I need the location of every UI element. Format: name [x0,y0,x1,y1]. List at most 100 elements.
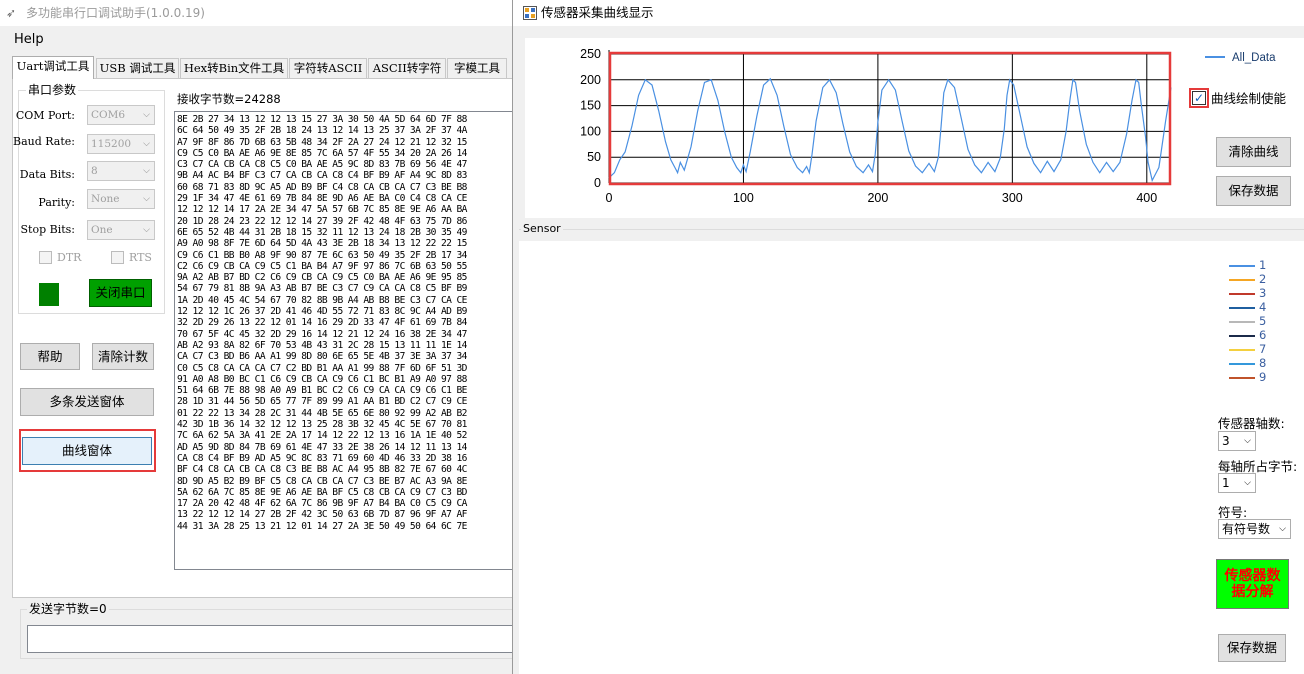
send-input[interactable] [27,625,520,653]
save-data-button-2[interactable]: 保存数据 [1218,634,1286,662]
parity-select[interactable]: None ⌵ [87,189,155,209]
hex-line: C9 C5 C0 BA AE A6 9E 8E 85 7C 6A 57 4F 5… [177,147,467,159]
y-tick-label: 200 [580,73,601,87]
axis-count-select[interactable]: 3 ⌵ [1218,431,1256,451]
hex-line: 54 67 79 81 8B 9A A3 AB B7 BE C3 C7 C9 C… [177,283,467,295]
hex-line: C2 C6 C9 CB CA C9 C5 C1 BA B4 A7 9F 97 8… [177,260,467,272]
data-bits-label: Data Bits: [19,168,75,181]
chevron-down-icon: ⌵ [143,139,150,149]
hex-line: 12 12 12 14 17 2A 2E 34 47 5A 57 6B 7C 8… [177,204,467,216]
close-port-button[interactable]: 关闭串口 [89,279,152,307]
menu-help[interactable]: Help [14,32,44,47]
hex-line: 42 3D 1B 36 14 32 12 12 13 25 28 3B 32 4… [177,419,467,431]
hex-line: A9 A0 98 8F 7E 6D 64 5D 4A 43 3E 2B 18 3… [177,238,467,250]
chevron-down-icon: ⌵ [1244,436,1251,446]
hex-line: 51 64 6B 7E 88 98 A0 A9 B1 BC C2 C6 C9 C… [177,385,467,397]
x-tick-label: 0 [606,191,613,205]
port-status-indicator [39,283,59,306]
legend-label: All_Data [1232,52,1276,64]
hex-line: A7 9F 8F 86 7D 6B 63 5B 48 34 2F 2A 27 2… [177,136,467,148]
save-data-button[interactable]: 保存数据 [1216,176,1291,206]
sensor-legend-label: 2 [1259,272,1267,286]
all-data-series-line [608,77,1172,183]
clear-curve-button[interactable]: 清除曲线 [1216,137,1291,167]
sign-select[interactable]: 有符号数 ⌵ [1218,519,1291,539]
rts-checkbox[interactable] [111,251,124,264]
chevron-down-icon: ⌵ [143,166,150,176]
sensor-legend-label: 5 [1259,314,1267,328]
bytes-per-axis-select[interactable]: 1 ⌵ [1218,473,1256,493]
sensor-group-title: Sensor [521,222,563,236]
hex-line: 9B A4 AC B4 BF C3 C7 CA CB CA C8 C4 BF B… [177,170,467,182]
sensor-curve-window: 传感器采集曲线显示 0 50 100 150 200 250 0 100 200 300 400 Al… [512,0,1304,674]
y-tick-label: 100 [580,124,601,138]
sensor-legend-line [1229,293,1255,295]
axis-count-value: 3 [1222,434,1230,448]
hex-line: 32 2D 29 26 13 22 12 01 14 16 29 2D 33 4… [177,317,467,329]
serial-params-title: 串口参数 [26,83,79,97]
plot-area-highlight [608,51,1172,186]
sensor-legend-line [1229,349,1255,351]
tab-hex2bin[interactable]: Hex转Bin文件工具 [180,58,288,78]
sensor-parse-button[interactable]: 传感器数据分解 [1216,559,1289,609]
sensor-legend-label: 4 [1259,300,1267,314]
multi-send-button[interactable]: 多条发送窗体 [20,388,154,416]
hex-line: 91 A0 A8 B0 BC C1 C6 C9 CB CA C9 C6 C1 B… [177,373,467,385]
hex-line: 8D 9D A5 B2 B9 BF C5 C8 CA CB CA C7 C3 B… [177,475,467,487]
hex-line: 29 1F 34 47 4E 61 69 7B 84 8E 9D A6 AE B… [177,193,467,205]
hex-line: BF C4 C8 CA CB CA C8 C3 BE B8 AC A4 95 8… [177,464,467,476]
rts-label: RTS [129,251,152,264]
help-button[interactable]: 帮助 [20,343,80,370]
tab-uart[interactable]: Uart调试工具 [12,56,94,79]
serial-assistant-window: ➶ 多功能串行口调试助手(1.0.0.19) Help Uart调试工具 USB… [0,0,520,674]
hex-line: 8E 2B 27 34 13 12 12 13 15 27 3A 30 50 4… [177,114,467,125]
hex-line: 13 22 12 12 14 27 2B 2F 42 3C 50 63 6B 7… [177,509,467,521]
tab-font-tool[interactable]: 字模工具 [447,58,507,78]
stop-bits-label: Stop Bits: [20,223,76,236]
clear-count-button[interactable]: 清除计数 [92,343,154,370]
sensor-legend-line [1229,363,1255,365]
chevron-down-icon: ⌵ [1244,478,1251,488]
parity-label: Parity: [38,196,75,209]
y-tick-label: 250 [580,47,601,61]
sensor-legend-line [1229,335,1255,337]
sign-value: 有符号数 [1222,522,1271,536]
stop-bits-select[interactable]: One ⌵ [87,220,155,240]
x-tick-label: 400 [1136,191,1157,205]
hex-line: 6E 65 52 4B 44 31 2B 18 15 32 11 12 13 2… [177,226,467,238]
data-bits-value: 8 [91,165,98,177]
dtr-label: DTR [57,251,82,264]
com-port-label: COM Port: [15,109,75,122]
hex-line: CA C7 C3 BD B6 AA A1 99 8D 80 6E 65 5E 4… [177,351,467,363]
parity-value: None [91,193,120,205]
chevron-down-icon: ⌵ [143,225,150,235]
menu-bar: Help [0,30,520,50]
enable-checkbox[interactable]: ✓ [1192,91,1206,105]
tab-ascii2char[interactable]: ASCII转字符 [368,58,446,78]
sensor-chart-panel: 123456789 [519,241,1304,674]
y-tick-label: 150 [580,99,601,113]
receive-data-textbox[interactable]: 8E 2B 27 34 13 12 12 13 15 27 3A 30 50 4… [174,111,520,570]
chart-title-bar: 传感器采集曲线显示 [513,0,1304,26]
x-tick-label: 100 [733,191,754,205]
stop-bits-value: One [91,224,113,236]
com-port-select[interactable]: COM6 ⌵ [87,105,155,125]
main-title-bar: ➶ 多功能串行口调试助手(1.0.0.19) [0,0,520,26]
baud-rate-select[interactable]: 115200 ⌵ [87,134,155,154]
tab-usb[interactable]: USB 调试工具 [96,58,179,78]
y-tick-label: 50 [587,150,601,164]
hex-line: 1A 2D 40 45 4C 54 67 70 82 8B 9B A4 AB B… [177,294,467,306]
sensor-legend-label: 8 [1259,356,1267,370]
hex-line: C3 C7 CA CB CA C8 C5 C0 BA AE A5 9C 8D 8… [177,159,467,171]
sensor-legend-line [1229,377,1255,379]
hex-line: 60 68 71 83 8D 9C A5 AD B9 BF C4 C8 CA C… [177,181,467,193]
hex-line: AB A2 93 8A 82 6F 70 53 4B 43 31 2C 28 1… [177,339,467,351]
data-bits-select[interactable]: 8 ⌵ [87,161,155,181]
chevron-down-icon: ⌵ [1279,524,1286,534]
dtr-checkbox[interactable] [39,251,52,264]
hex-line: 01 22 22 13 34 28 2C 31 44 4B 5E 65 6E 8… [177,407,467,419]
bytes-per-axis-value: 1 [1222,476,1230,490]
tab-char2ascii[interactable]: 字符转ASCII [289,58,367,78]
hex-line: 12 12 12 1C 26 37 2D 41 46 4D 55 72 71 8… [177,306,467,318]
hex-line: 70 67 5F 4C 45 32 2D 29 16 14 12 21 12 2… [177,328,467,340]
